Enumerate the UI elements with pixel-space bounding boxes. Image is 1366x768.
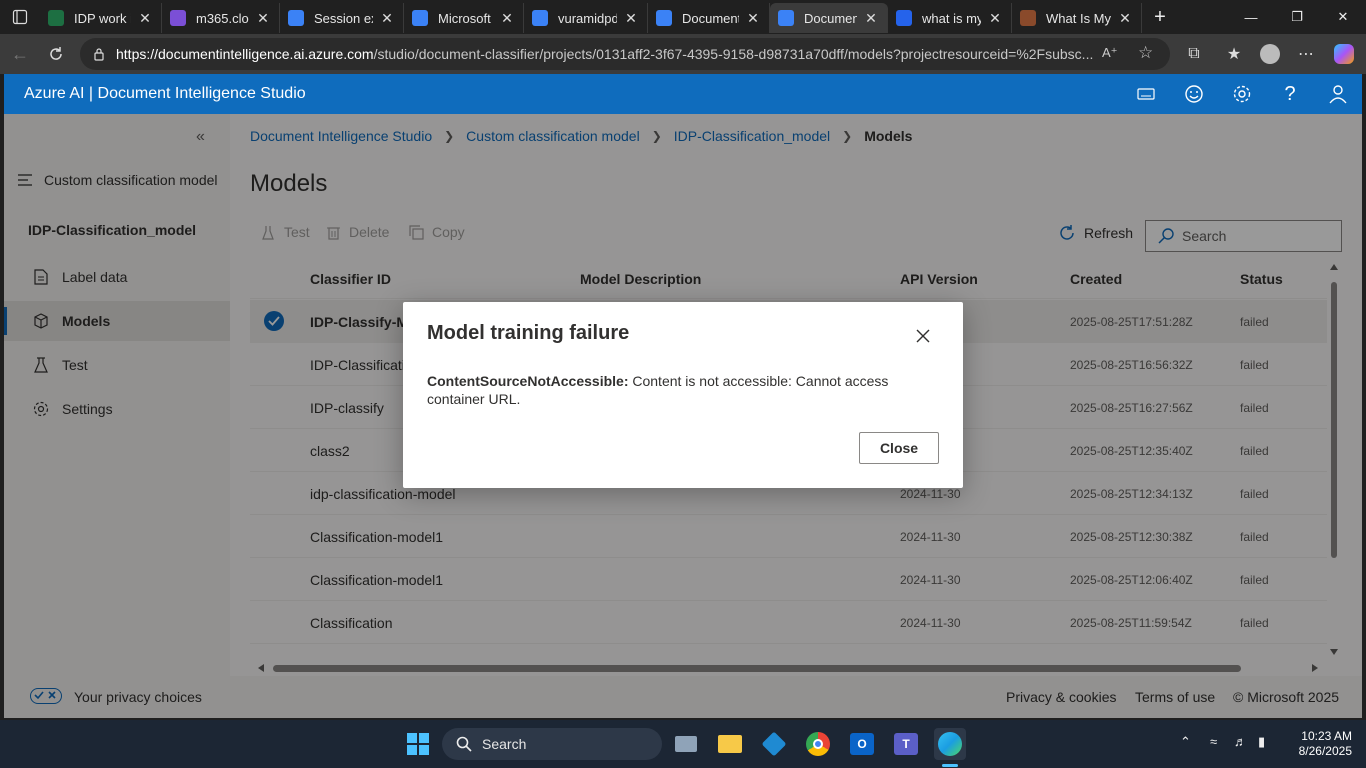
browser-tab[interactable]: vuramidpd ✕ bbox=[524, 3, 648, 33]
tab-title: Microsoft A bbox=[438, 10, 493, 26]
app-header: Azure AI | Document Intelligence Studio … bbox=[4, 74, 1362, 114]
close-tab-icon[interactable]: ✕ bbox=[379, 10, 395, 26]
browser-tab[interactable]: what is my ✕ bbox=[888, 3, 1012, 33]
error-code: ContentSourceNotAccessible: bbox=[427, 373, 629, 389]
tab-title: m365.cloud bbox=[196, 10, 249, 26]
address-bar[interactable]: https://documentintelligence.ai.azure.co… bbox=[80, 38, 1170, 70]
favorites-icon[interactable]: ★ bbox=[1220, 40, 1248, 68]
url-path: /studio/document-classifier/projects/013… bbox=[373, 46, 1094, 62]
tab-title: IDP work it bbox=[74, 10, 131, 26]
site-icon bbox=[1020, 10, 1036, 26]
chrome-icon[interactable] bbox=[802, 728, 834, 760]
copilot-icon[interactable] bbox=[1330, 40, 1358, 68]
close-tab-icon[interactable]: ✕ bbox=[987, 10, 1003, 26]
close-tab-icon[interactable]: ✕ bbox=[499, 10, 515, 26]
clock-date: 8/26/2025 bbox=[1298, 744, 1352, 758]
read-aloud-icon[interactable]: A⁺ bbox=[1102, 45, 1118, 61]
browser-tab[interactable]: Document I ✕ bbox=[770, 3, 888, 33]
document-intelligence-icon bbox=[778, 10, 794, 26]
excel-icon bbox=[48, 10, 64, 26]
search-icon bbox=[896, 10, 912, 26]
help-icon[interactable]: ? bbox=[1278, 82, 1302, 106]
dialog-message: ContentSourceNotAccessible: Content is n… bbox=[427, 372, 943, 408]
tab-actions-button[interactable] bbox=[0, 0, 40, 34]
tab-title: Session exp bbox=[314, 10, 373, 26]
system-clock[interactable]: 10:23 AM 8/26/2025 bbox=[1282, 729, 1352, 759]
file-explorer-icon[interactable] bbox=[714, 728, 746, 760]
url-host: https://documentintelligence.ai.azure.co… bbox=[116, 46, 374, 62]
tab-title: What Is My bbox=[1046, 10, 1111, 26]
tab-title: what is my bbox=[922, 10, 981, 26]
task-view-icon[interactable] bbox=[670, 728, 702, 760]
clock-time: 10:23 AM bbox=[1301, 729, 1352, 743]
wifi-icon[interactable]: ≈ bbox=[1210, 734, 1217, 749]
close-tab-icon[interactable]: ✕ bbox=[1117, 10, 1133, 26]
battery-icon[interactable]: ▮ bbox=[1258, 734, 1265, 750]
url-text: https://documentintelligence.ai.azure.co… bbox=[116, 46, 1096, 62]
document-intelligence-icon bbox=[656, 10, 672, 26]
tab-title: Document I bbox=[682, 10, 739, 26]
browser-tab[interactable]: Document I ✕ bbox=[648, 3, 770, 33]
browser-tab-strip: IDP work it✕m365.cloud✕Session exp✕Micro… bbox=[0, 0, 1366, 34]
dialog-close-button[interactable]: Close bbox=[859, 432, 939, 464]
volume-icon[interactable]: ♬ bbox=[1234, 734, 1247, 749]
new-tab-button[interactable]: + bbox=[1142, 2, 1178, 32]
site-info-icon[interactable] bbox=[92, 47, 106, 61]
browser-toolbar: ← https://documentintelligence.ai.azure.… bbox=[0, 34, 1366, 74]
settings-gear-icon[interactable] bbox=[1230, 82, 1254, 106]
taskbar-search-placeholder: Search bbox=[482, 736, 527, 752]
teams-icon[interactable]: T bbox=[890, 728, 922, 760]
outlook-icon[interactable]: O bbox=[846, 728, 878, 760]
account-icon[interactable] bbox=[1326, 82, 1350, 106]
dialog-title: Model training failure bbox=[427, 322, 630, 344]
active-app-indicator bbox=[942, 764, 958, 767]
more-menu-icon[interactable]: ⋯ bbox=[1292, 40, 1320, 68]
extensions-icon[interactable]: ⧉ bbox=[1180, 40, 1208, 68]
reload-button[interactable] bbox=[38, 38, 74, 70]
minimize-button[interactable]: — bbox=[1228, 0, 1274, 34]
azure-icon bbox=[412, 10, 428, 26]
azure-icon bbox=[532, 10, 548, 26]
app-title[interactable]: Azure AI | Document Intelligence Studio bbox=[24, 85, 306, 103]
taskbar-search[interactable]: Search bbox=[442, 728, 662, 760]
browser-tab[interactable]: Microsoft A ✕ bbox=[404, 3, 524, 33]
search-icon bbox=[456, 736, 472, 752]
close-tab-icon[interactable]: ✕ bbox=[623, 10, 639, 26]
feedback-smiley-icon[interactable] bbox=[1182, 82, 1206, 106]
profile-avatar[interactable] bbox=[1256, 40, 1284, 68]
browser-tab[interactable]: IDP work it ✕ bbox=[40, 3, 162, 33]
training-failure-dialog: Model training failure ContentSourceNotA… bbox=[403, 302, 963, 488]
vscode-icon[interactable] bbox=[758, 728, 790, 760]
back-button[interactable]: ← bbox=[2, 38, 38, 70]
close-window-button[interactable]: ✕ bbox=[1320, 0, 1366, 34]
edge-icon[interactable] bbox=[934, 728, 966, 760]
show-hidden-icons-icon[interactable]: ⌃ bbox=[1180, 734, 1191, 750]
browser-tab[interactable]: m365.cloud ✕ bbox=[162, 3, 280, 33]
copilot-icon bbox=[170, 10, 186, 26]
tab-title: Document I bbox=[804, 10, 857, 26]
close-tab-icon[interactable]: ✕ bbox=[255, 10, 271, 26]
favorite-star-icon[interactable]: ☆ bbox=[1138, 43, 1153, 63]
windows-start-icon[interactable] bbox=[402, 728, 434, 760]
tab-actions-icon bbox=[12, 9, 28, 25]
azure-icon bbox=[288, 10, 304, 26]
close-tab-icon[interactable]: ✕ bbox=[137, 10, 153, 26]
maximize-button[interactable]: ❐ bbox=[1274, 0, 1320, 34]
keyboard-icon[interactable] bbox=[1134, 82, 1158, 106]
browser-tab[interactable]: What Is My ✕ bbox=[1012, 3, 1142, 33]
close-tab-icon[interactable]: ✕ bbox=[863, 10, 879, 26]
dialog-close-icon[interactable] bbox=[911, 324, 935, 348]
tab-title: vuramidpd bbox=[558, 10, 617, 26]
windows-taskbar: Search O T ⌃ ≈ ♬ ▮ 10:23 AM 8/26/2025 bbox=[0, 720, 1366, 768]
close-tab-icon[interactable]: ✕ bbox=[745, 10, 761, 26]
reload-icon bbox=[50, 47, 62, 60]
browser-tab[interactable]: Session exp ✕ bbox=[280, 3, 404, 33]
